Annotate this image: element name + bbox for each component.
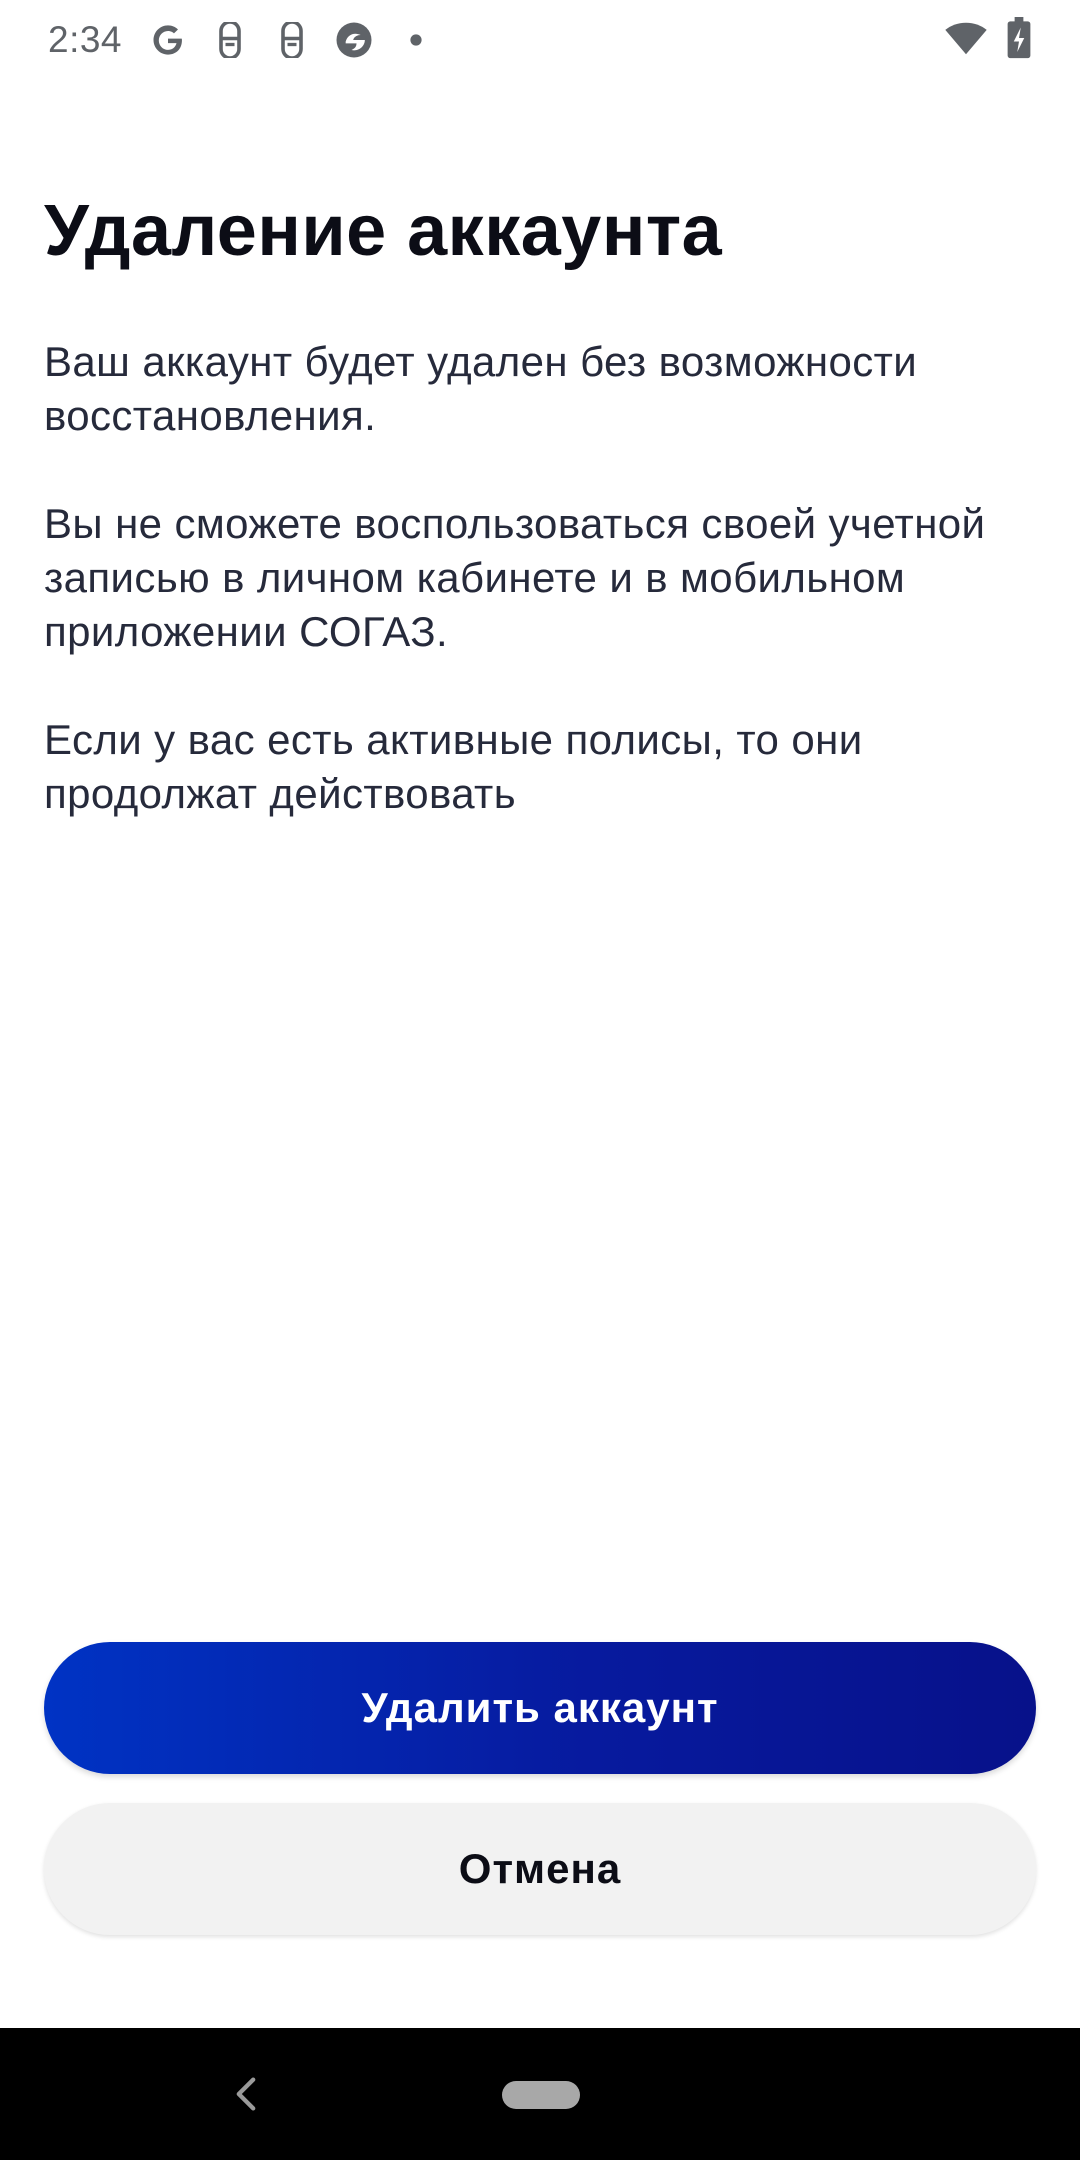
back-icon[interactable] [222,2070,270,2118]
status-time: 2:34 [48,19,123,60]
notification-icons [148,20,436,60]
delete-account-button[interactable]: Удалить аккаунт [44,1642,1036,1774]
battery-charging-icon [1006,16,1032,64]
delete-account-screen: 2:34 Удаление аккаунта Ваш аккаунт будет… [0,0,1080,2160]
page-title: Удаление аккаунта [44,191,723,271]
home-pill-icon[interactable] [502,2081,580,2109]
info-paragraph: Ваш аккаунт будет удален без возможности… [44,338,918,439]
notification-app-icon [272,20,312,60]
google-icon [148,20,188,60]
notification-app-icon [210,20,250,60]
wifi-icon [944,20,988,61]
cancel-button[interactable]: Отмена [44,1803,1036,1935]
info-paragraph: Если у вас есть активные полисы, то они … [44,716,863,817]
system-icons [944,16,1032,64]
info-paragraph: Вы не сможете воспользоваться своей учет… [44,500,986,655]
status-bar: 2:34 [0,0,1080,80]
browser-icon [334,20,374,60]
dot-icon [396,20,436,60]
navigation-bar [0,2028,1080,2160]
